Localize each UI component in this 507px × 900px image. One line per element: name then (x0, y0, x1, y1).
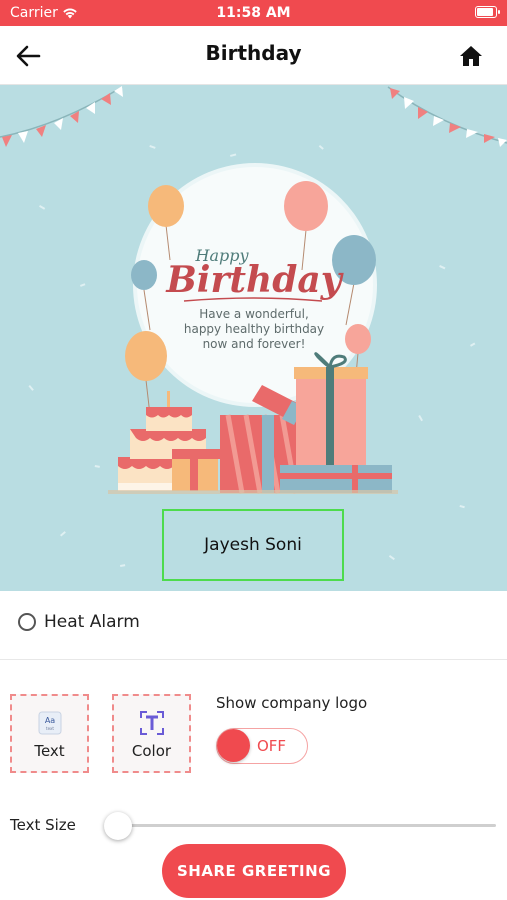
toggle-knob (217, 729, 250, 762)
battery-icon (475, 6, 500, 18)
color-icon (139, 711, 164, 735)
text-icon: Aa text (38, 711, 61, 735)
nav-bar: Birthday (0, 26, 507, 85)
color-tool-label: Color (131, 742, 172, 760)
divider (0, 659, 507, 660)
share-greeting-button[interactable]: SHARE GREETING (162, 844, 346, 898)
bunting-left (0, 86, 123, 147)
heat-alarm-radio[interactable] (18, 613, 36, 631)
page-title: Birthday (205, 41, 302, 65)
text-size-label: Text Size (10, 816, 76, 834)
svg-text:Aa: Aa (44, 716, 54, 725)
name-text-box[interactable]: Jayesh Soni (162, 509, 344, 581)
heat-alarm-label: Heat Alarm (44, 612, 140, 632)
text-tool-label: Text (34, 742, 65, 760)
company-logo-label: Show company logo (216, 694, 368, 712)
home-icon[interactable] (459, 44, 483, 68)
svg-text:text: text (46, 726, 54, 731)
color-tool-button[interactable]: Color (112, 694, 191, 773)
card-birthday-text: Birthday (165, 259, 343, 301)
card-message-line-3: now and forever! (203, 337, 306, 351)
slider-thumb[interactable] (104, 812, 132, 840)
status-time: 11:58 AM (216, 5, 291, 21)
heat-alarm-option[interactable]: Heat Alarm (18, 608, 140, 636)
flat-gift (280, 465, 392, 493)
toggle-state-label: OFF (257, 737, 287, 755)
slider-track (104, 824, 496, 827)
bunting-right (387, 86, 507, 147)
tall-gift (294, 352, 368, 467)
status-bar: Carrier 11:58 AM (0, 0, 507, 26)
small-gift (172, 449, 220, 491)
card-message-line-1: Have a wonderful, (199, 307, 309, 321)
text-tool-button[interactable]: Aa text Text (10, 694, 89, 773)
text-size-slider[interactable] (104, 812, 496, 840)
card-message-line-2: happy healthy birthday (184, 322, 324, 336)
company-logo-toggle[interactable]: OFF (216, 728, 308, 764)
